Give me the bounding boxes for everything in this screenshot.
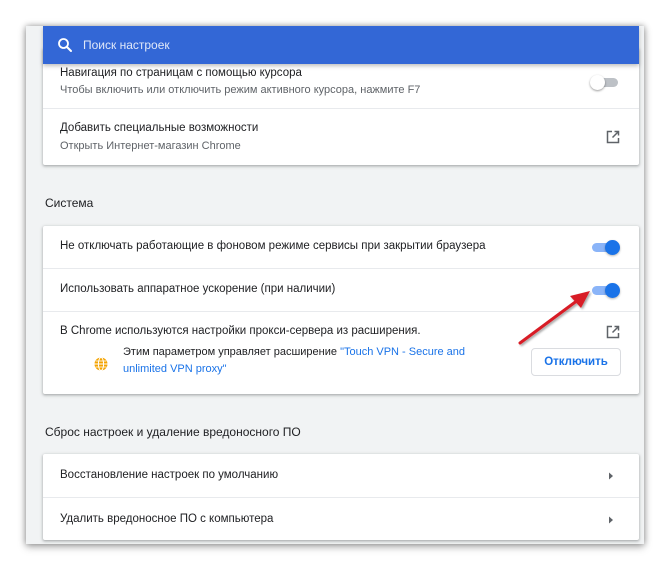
- background-apps-toggle[interactable]: [590, 239, 620, 255]
- add-accessibility-description: Открыть Интернет-магазин Chrome: [60, 140, 241, 152]
- chevron-right-icon: [609, 516, 613, 524]
- background-apps-label: Не отключать работающие в фоновом режиме…: [60, 240, 486, 252]
- restore-defaults-row[interactable]: Восстановление настроек по умолчанию: [43, 454, 639, 497]
- caret-navigation-title: Навигация по страницам с помощью курсора: [60, 67, 302, 79]
- extension-link[interactable]: "Touch VPN - Secure and: [340, 346, 465, 358]
- reset-section-title: Сброс настроек и удаление вредоносного П…: [45, 425, 301, 439]
- extension-notice-text: Этим параметром управляет расширение "To…: [123, 346, 466, 358]
- settings-search-bar[interactable]: Поиск настроек: [43, 26, 639, 64]
- reset-card: Восстановление настроек по умолчанию Уда…: [43, 454, 639, 540]
- hardware-acceleration-label: Использовать аппаратное ускорение (при н…: [60, 283, 336, 295]
- cleanup-computer-label: Удалить вредоносное ПО с компьютера: [60, 513, 274, 525]
- annotation-arrow-icon: [518, 291, 590, 345]
- proxy-settings-label: В Chrome используются настройки прокси-с…: [60, 325, 421, 337]
- cleanup-computer-row[interactable]: Удалить вредоносное ПО с компьютера: [43, 497, 639, 540]
- search-icon: [58, 38, 72, 52]
- extension-globe-icon: [94, 357, 108, 371]
- open-external-icon[interactable]: [606, 325, 620, 339]
- system-section-title: Система: [45, 196, 94, 210]
- background-apps-row[interactable]: Не отключать работающие в фоновом режиме…: [43, 226, 639, 268]
- extension-link-continued[interactable]: unlimited VPN proxy": [123, 363, 227, 375]
- open-external-icon[interactable]: [606, 130, 620, 144]
- search-input[interactable]: Поиск настроек: [83, 38, 170, 52]
- accessibility-card: Навигация по страницам с помощью курсора…: [43, 48, 639, 165]
- caret-navigation-toggle[interactable]: [590, 74, 620, 90]
- restore-defaults-label: Восстановление настроек по умолчанию: [60, 469, 279, 481]
- caret-navigation-description: Чтобы включить или отключить режим актив…: [60, 84, 421, 96]
- add-accessibility-title: Добавить специальные возможности: [60, 122, 259, 134]
- add-accessibility-features-row[interactable]: Добавить специальные возможности Открыть…: [43, 108, 639, 165]
- chevron-right-icon: [609, 472, 613, 480]
